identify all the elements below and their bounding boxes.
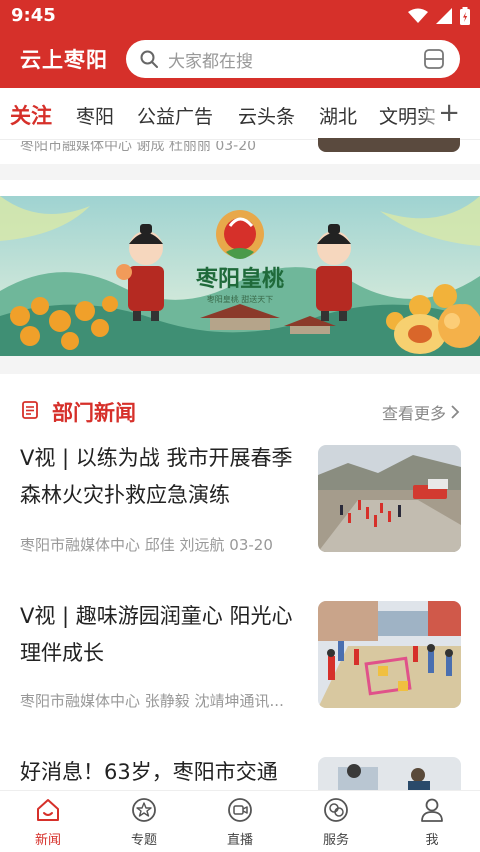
nav-live[interactable]: 直播 xyxy=(200,797,280,848)
user-icon xyxy=(421,798,443,822)
news-thumbnail[interactable] xyxy=(318,445,461,552)
news-meta: 枣阳市融媒体中心 张静毅 沈靖坤通讯... xyxy=(20,692,284,710)
promo-banner[interactable]: 枣阳皇桃 枣阳皇桃 甜送天下 xyxy=(0,196,480,356)
banner-subtitle: 枣阳皇桃 甜送天下 xyxy=(207,294,274,304)
signal-icon xyxy=(436,8,452,24)
divider xyxy=(0,164,480,180)
prev-item-thumbnail[interactable] xyxy=(318,138,460,152)
news-title[interactable]: 好消息！63岁，枣阳市交通 xyxy=(20,754,305,791)
news-thumbnail[interactable] xyxy=(318,601,461,708)
office-photo xyxy=(318,757,461,790)
search-icon xyxy=(140,50,158,68)
search-placeholder: 大家都在搜 xyxy=(168,51,253,72)
status-icons xyxy=(408,7,470,25)
add-channel-icon[interactable]: + xyxy=(438,100,460,126)
tab-zaoyang[interactable]: 枣阳 xyxy=(76,102,114,129)
bottom-navigation: 新闻 专题 直播 服务 我 xyxy=(0,790,480,852)
nav-topics[interactable]: 专题 xyxy=(104,797,184,848)
star-icon xyxy=(132,798,156,822)
nav-services[interactable]: 服务 xyxy=(296,797,376,848)
news-section-icon xyxy=(22,401,38,419)
nav-label: 我 xyxy=(425,833,439,848)
banner-artwork: 枣阳皇桃 枣阳皇桃 甜送天下 xyxy=(0,196,480,356)
tab-cloud-headlines[interactable]: 云头条 xyxy=(238,102,295,129)
app-header: 9:45 云上枣阳 大家都在搜 xyxy=(0,0,480,88)
app-title: 云上枣阳 xyxy=(20,48,108,72)
video-icon xyxy=(228,798,252,822)
news-title[interactable]: V视 | 以练为战 我市开展春季森林火灾扑救应急演练 xyxy=(20,440,305,514)
search-bar[interactable]: 大家都在搜 xyxy=(126,40,460,78)
status-time: 9:45 xyxy=(11,5,56,26)
scan-icon[interactable] xyxy=(424,49,444,69)
service-icon xyxy=(324,798,348,822)
view-more-label: 查看更多 xyxy=(381,404,446,423)
wifi-icon xyxy=(408,8,428,23)
nav-label: 直播 xyxy=(226,833,253,848)
news-meta: 枣阳市融媒体中心 邱佳 刘远航 03-20 xyxy=(20,536,273,554)
channel-tabs: 关注 枣阳 公益广告 云头条 湖北 文明实 + xyxy=(0,88,480,140)
nav-label: 新闻 xyxy=(34,833,61,848)
nav-me[interactable]: 我 xyxy=(392,797,472,848)
news-title[interactable]: V视 | 趣味游园润童心 阳光心理伴成长 xyxy=(20,598,305,672)
banner-title: 枣阳皇桃 xyxy=(195,266,284,292)
section-title: 部门新闻 xyxy=(52,401,136,425)
drill-photo xyxy=(318,445,461,552)
school-event-photo xyxy=(318,601,461,708)
nav-label: 服务 xyxy=(322,833,349,848)
chevron-right-icon xyxy=(451,405,460,419)
nav-news[interactable]: 新闻 xyxy=(8,797,88,848)
divider xyxy=(0,356,480,374)
view-more-link[interactable]: 查看更多 xyxy=(382,400,460,424)
news-thumbnail[interactable] xyxy=(318,757,461,790)
status-bar: 9:45 xyxy=(0,0,480,32)
tab-hubei[interactable]: 湖北 xyxy=(319,102,357,129)
tab-public-ads[interactable]: 公益广告 xyxy=(137,102,213,129)
battery-icon xyxy=(460,7,470,25)
tab-follow[interactable]: 关注 xyxy=(10,100,52,130)
nav-label: 专题 xyxy=(130,833,157,848)
home-icon xyxy=(37,799,59,821)
